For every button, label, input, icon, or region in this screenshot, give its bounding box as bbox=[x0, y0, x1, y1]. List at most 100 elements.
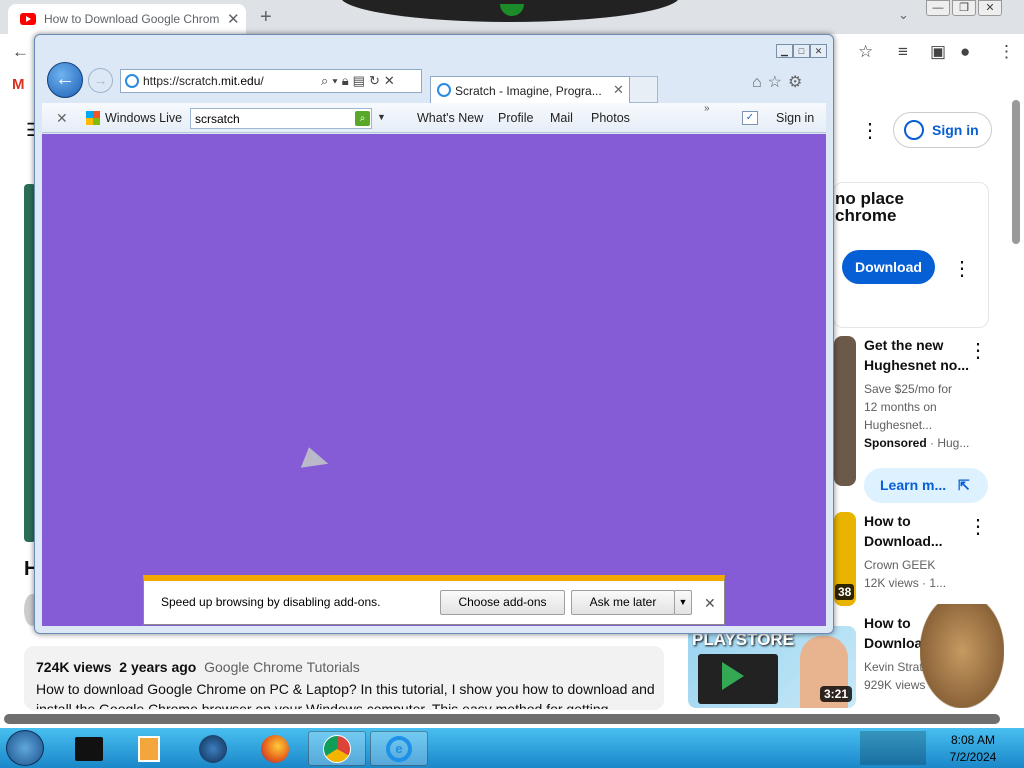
side-panel-icon[interactable]: ▣ bbox=[930, 42, 946, 62]
search-dropdown-icon[interactable]: ▼ bbox=[377, 112, 386, 122]
url-prefix: https://scratch. bbox=[143, 74, 222, 88]
upload-age: 2 years ago bbox=[119, 659, 197, 675]
notification-close-icon[interactable]: ✕ bbox=[704, 595, 716, 612]
taskbar-clock[interactable]: 8:08 AM 7/2/2024 bbox=[934, 732, 1012, 766]
chevron-down-icon[interactable]: ⌄ bbox=[898, 7, 909, 23]
whats-new-link[interactable]: What's New bbox=[417, 111, 483, 125]
notification-message: Speed up browsing by disabling add-ons. bbox=[161, 595, 381, 609]
chrome-tab-title: How to Download Google Chrome bbox=[44, 12, 219, 26]
scratch-page-content bbox=[42, 134, 826, 626]
desktop-pet-gopher bbox=[920, 604, 1004, 708]
description-channel: Google Chrome Tutorials bbox=[204, 659, 360, 675]
profile-link[interactable]: Profile bbox=[498, 111, 533, 125]
ad2-options-icon[interactable]: ⋮ bbox=[968, 338, 988, 363]
compat-view-icon[interactable]: ▤ bbox=[353, 73, 369, 88]
stop-icon[interactable]: ✕ bbox=[384, 73, 399, 88]
youtube-icon bbox=[20, 13, 36, 25]
download-button[interactable]: Download bbox=[842, 250, 935, 284]
search-go-icon[interactable]: ⌕ bbox=[355, 111, 370, 126]
description-meta: 724K views 2 years ago Google Chrome Tut… bbox=[36, 659, 360, 675]
view-count: 724K views bbox=[36, 659, 112, 675]
start-button[interactable] bbox=[6, 730, 44, 766]
horizontal-scrollbar[interactable] bbox=[4, 714, 1000, 724]
clock-date: 7/2/2024 bbox=[949, 750, 997, 764]
internet-explorer-icon: e bbox=[386, 735, 412, 762]
ask-me-later-button[interactable]: Ask me later bbox=[571, 590, 675, 615]
taskbar-app-chrome[interactable] bbox=[308, 731, 366, 766]
address-tools: ⌕▾🔒︎▤↻✕ bbox=[321, 73, 399, 89]
ie-minimize-button[interactable]: ▁ bbox=[776, 44, 793, 58]
vertical-scrollbar[interactable] bbox=[1012, 100, 1020, 244]
channel-name[interactable]: Crown GEEK bbox=[864, 556, 974, 574]
gmail-bookmark-icon[interactable]: M bbox=[12, 76, 25, 93]
star-icon[interactable]: ☆ bbox=[858, 42, 873, 62]
taskbar-app-internet-explorer[interactable]: e bbox=[370, 731, 428, 766]
photos-link[interactable]: Photos bbox=[591, 111, 630, 125]
ad-headline: no place chrome bbox=[835, 189, 904, 225]
address-url: https://scratch.mit.edu/ bbox=[143, 74, 264, 88]
firefox-icon bbox=[261, 734, 289, 763]
video-meta: 12K views · 1... bbox=[864, 576, 947, 590]
refresh-icon[interactable]: ↻ bbox=[369, 73, 384, 88]
ad-options-icon[interactable]: ⋮ bbox=[952, 256, 972, 281]
chrome-tab-close-button[interactable]: ✕ bbox=[227, 10, 240, 28]
chrome-menu-icon[interactable]: ⋮ bbox=[998, 42, 1015, 62]
search-icon[interactable]: ⌕ bbox=[321, 73, 332, 88]
learn-more-label: Learn m... bbox=[880, 477, 947, 493]
tools-gear-icon[interactable]: ⚙ bbox=[788, 74, 808, 91]
ie-address-bar[interactable]: https://scratch.mit.edu/ ⌕▾🔒︎▤↻✕ bbox=[120, 69, 422, 93]
windows-live-label[interactable]: Windows Live bbox=[105, 111, 182, 125]
restore-button[interactable]: ❐ bbox=[952, 0, 976, 16]
windows-live-search-input[interactable]: scrsatch ⌕ bbox=[190, 108, 372, 129]
more-options-icon[interactable]: ⋮ bbox=[860, 118, 880, 143]
video-title[interactable]: How to Download... bbox=[864, 511, 974, 551]
ie-tab-scratch[interactable]: Scratch - Imagine, Progra... ✕ bbox=[430, 76, 630, 103]
terminal-icon bbox=[75, 736, 103, 761]
ie-new-tab-button[interactable] bbox=[630, 76, 658, 103]
chrome-window-controls: — ❐ ✕ bbox=[926, 0, 1002, 16]
ie-close-button[interactable]: ✕ bbox=[810, 44, 827, 58]
account-icon bbox=[904, 120, 924, 140]
ask-later-dropdown-icon[interactable]: ▼ bbox=[674, 590, 692, 615]
taskbar-app-network[interactable] bbox=[184, 731, 242, 766]
back-arrow-icon[interactable]: ← bbox=[12, 42, 29, 62]
chrome-active-tab[interactable]: How to Download Google Chrome ✕ bbox=[8, 4, 246, 34]
minimize-button[interactable]: — bbox=[926, 0, 950, 16]
checkbox-icon[interactable]: ✓ bbox=[742, 111, 758, 125]
close-window-button[interactable]: ✕ bbox=[978, 0, 1002, 16]
home-icon[interactable]: ⌂ bbox=[752, 74, 768, 91]
choose-addons-button[interactable]: Choose add-ons bbox=[440, 590, 565, 615]
duration-badge: 3:21 bbox=[820, 686, 853, 702]
video-options-icon[interactable]: ⋮ bbox=[968, 514, 988, 539]
youtube-sign-in-button[interactable]: Sign in bbox=[893, 112, 992, 148]
toolbar-sign-in-link[interactable]: Sign in bbox=[776, 111, 814, 125]
advertiser-name: · Hug... bbox=[930, 436, 970, 450]
media-player-icon bbox=[138, 735, 160, 762]
toolbar-close-icon[interactable]: ✕ bbox=[56, 110, 68, 127]
toolbar-overflow-chevron[interactable]: » bbox=[704, 103, 710, 114]
mail-link[interactable]: Mail bbox=[550, 111, 573, 125]
reading-list-icon[interactable]: ≡ bbox=[898, 42, 908, 62]
favorites-star-icon[interactable]: ☆ bbox=[768, 74, 788, 91]
ie-back-button[interactable]: ← bbox=[47, 62, 83, 98]
url-suffix: / bbox=[260, 74, 264, 88]
ie-right-tools: ⌂☆⚙ bbox=[752, 72, 808, 92]
ie-maximize-button[interactable]: □ bbox=[793, 44, 810, 58]
taskbar-app-terminal[interactable] bbox=[60, 731, 118, 766]
chrome-new-tab-button[interactable]: + bbox=[260, 6, 272, 29]
taskbar-app-media-player[interactable] bbox=[120, 731, 178, 766]
ad-line3: Hughesnet... bbox=[864, 418, 933, 432]
taskbar-app-firefox[interactable] bbox=[246, 731, 304, 766]
ie-forward-button[interactable]: → bbox=[88, 68, 113, 93]
profile-icon[interactable]: ● bbox=[960, 42, 970, 62]
ad-title[interactable]: Get the new Hughesnet no... bbox=[864, 335, 974, 375]
ie-tab-close-icon[interactable]: ✕ bbox=[613, 82, 624, 98]
system-tray[interactable] bbox=[860, 731, 926, 765]
learn-more-button[interactable]: Learn m... ⇱ bbox=[864, 468, 988, 503]
ie-window-controls: ▁ □ ✕ bbox=[776, 44, 827, 58]
ad-thumbnail[interactable] bbox=[834, 336, 856, 486]
dropdown-icon[interactable]: ▾ bbox=[332, 73, 341, 88]
chrome-icon bbox=[323, 734, 351, 763]
ad-line2: 12 months on bbox=[864, 400, 937, 414]
lock-icon[interactable]: 🔒︎ bbox=[342, 73, 353, 88]
